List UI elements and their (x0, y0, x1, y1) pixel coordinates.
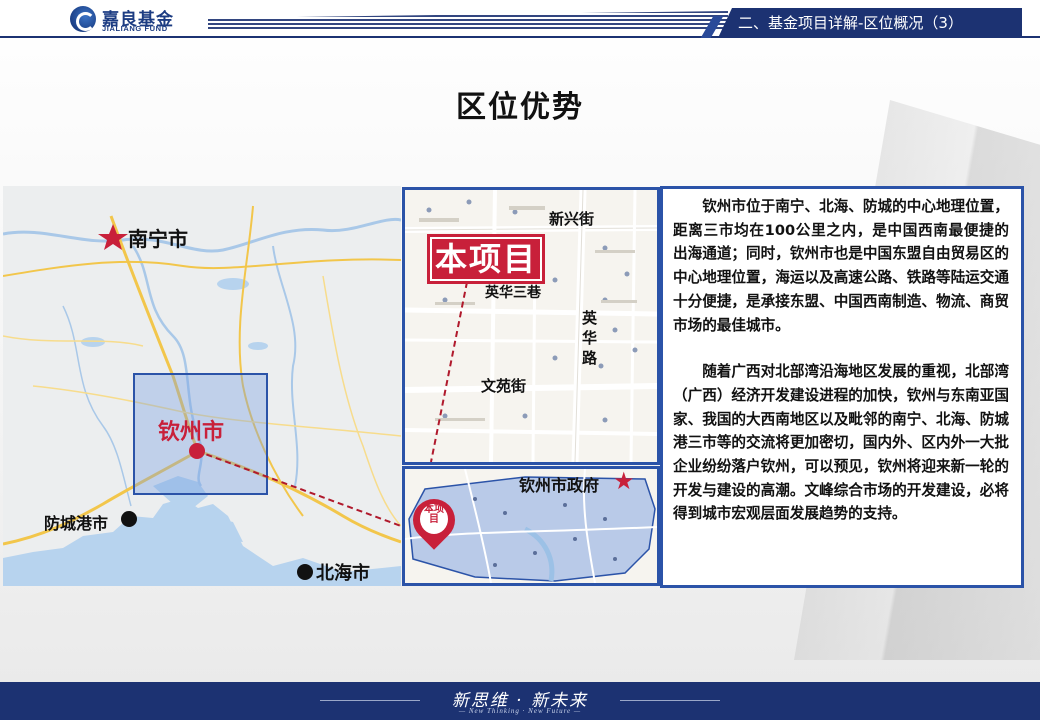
section-title-tab: 二、基金项目详解-区位概况（3） (718, 8, 1022, 38)
qinzhou-label: 钦州市 (158, 420, 225, 445)
description-paragraph-2: 随着广西对北部湾沿海地区发展的重视，北部湾（广西）经济开发建设进程的加快，钦州与… (673, 363, 1009, 523)
regional-map: 南宁市 钦州市 防城港市 北海市 (3, 186, 401, 586)
nanning-label: 南宁市 (128, 227, 188, 251)
beihai-label: 北海市 (316, 563, 370, 584)
description-paragraph-1: 钦州市位于南宁、北海、防城的中心地理位置，距离三市均在100公里之内，是中国西南… (673, 198, 1009, 334)
street-wenyuan: 文苑街 (481, 377, 527, 395)
street-xinxing: 新兴街 (549, 210, 595, 228)
street-yinghua-road: 英华路 (582, 309, 598, 367)
government-star-icon: ★ (613, 467, 635, 495)
district-map: 钦州市政府 ★ 本项目 (402, 466, 660, 586)
project-pin-icon: 本项目 (405, 490, 464, 551)
street-map: 本项目 新兴街 英华三巷 英华路 文苑街 (402, 187, 660, 465)
footer-bar: 新思维 · 新未来 — New Thinking · New Future — (0, 682, 1040, 720)
footer-slogan-english: — New Thinking · New Future — (458, 707, 582, 715)
pin-label: 本项目 (420, 504, 448, 534)
description-panel: 钦州市位于南宁、北海、防城的中心地理位置，距离三市均在100公里之内，是中国西南… (660, 186, 1024, 588)
street-yinghua-lane: 英华三巷 (485, 285, 541, 301)
logo-english-name: JIALIANG FUND (102, 24, 168, 33)
page-title: 区位优势 (456, 90, 584, 125)
logo-mark-icon (70, 6, 96, 32)
project-label-box: 本项目 (427, 234, 545, 284)
header-bar: 嘉良基金 JIALIANG FUND 二、基金项目详解-区位概况（3） (0, 0, 1040, 38)
street-map-graphic (405, 190, 657, 462)
fangchenggang-label: 防城港市 (44, 514, 109, 533)
government-label: 钦州市政府 (519, 476, 600, 495)
project-label: 本项目 (432, 239, 540, 279)
header-stripes-decoration (208, 11, 728, 29)
